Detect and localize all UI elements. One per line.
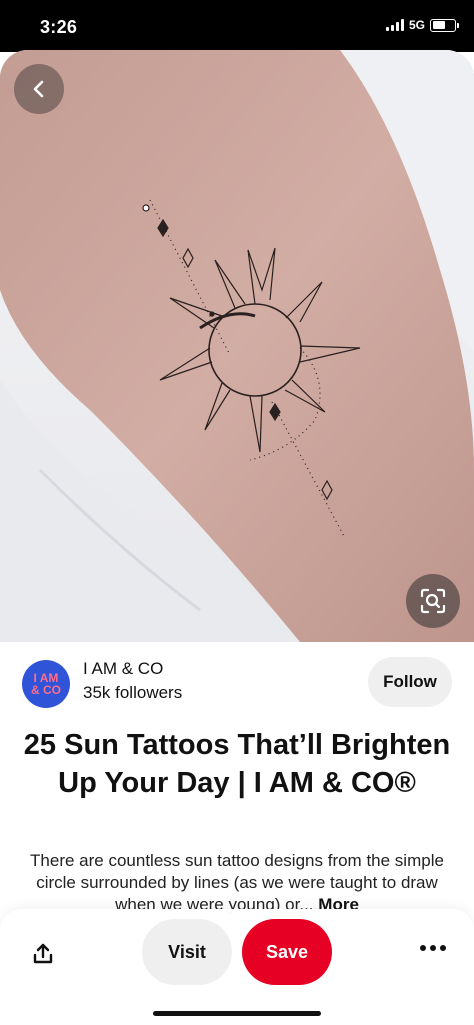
- avatar-text-line2: & CO: [31, 683, 61, 697]
- creator-name[interactable]: I AM & CO: [83, 659, 163, 679]
- creator-followers: 35k followers: [83, 683, 183, 702]
- save-button[interactable]: Save: [242, 919, 332, 985]
- home-indicator: [153, 1011, 321, 1016]
- pin-description: There are countless sun tattoo designs f…: [30, 850, 444, 914]
- status-bar: 3:26 5G: [0, 0, 474, 52]
- action-bar: Visit Save: [0, 909, 474, 1025]
- pin-title: 25 Sun Tattoos That’ll Brighten Up Your …: [23, 729, 451, 799]
- visit-button[interactable]: Visit: [142, 919, 232, 985]
- signal-icon: [385, 19, 404, 31]
- avatar[interactable]: I AM & CO: [22, 660, 70, 708]
- more-options-icon[interactable]: [420, 945, 446, 951]
- battery-icon: [430, 18, 459, 32]
- status-indicators: 5G: [385, 18, 459, 32]
- back-button[interactable]: [14, 64, 64, 114]
- share-icon: [33, 943, 53, 964]
- status-time: 3:26: [40, 17, 78, 37]
- pin-description-text: There are countless sun tattoo designs f…: [30, 851, 444, 914]
- share-button[interactable]: [26, 937, 60, 971]
- visual-search-button[interactable]: [406, 574, 460, 628]
- visual-search-icon: [420, 588, 446, 614]
- pin-image[interactable]: [0, 50, 474, 642]
- creator-row: I AM & CO I AM & CO 35k followers Follow: [0, 652, 474, 714]
- chevron-left-icon: [33, 80, 44, 98]
- tattoo-photo: [0, 50, 474, 642]
- network-type: 5G: [408, 18, 425, 32]
- follow-button[interactable]: Follow: [368, 657, 452, 707]
